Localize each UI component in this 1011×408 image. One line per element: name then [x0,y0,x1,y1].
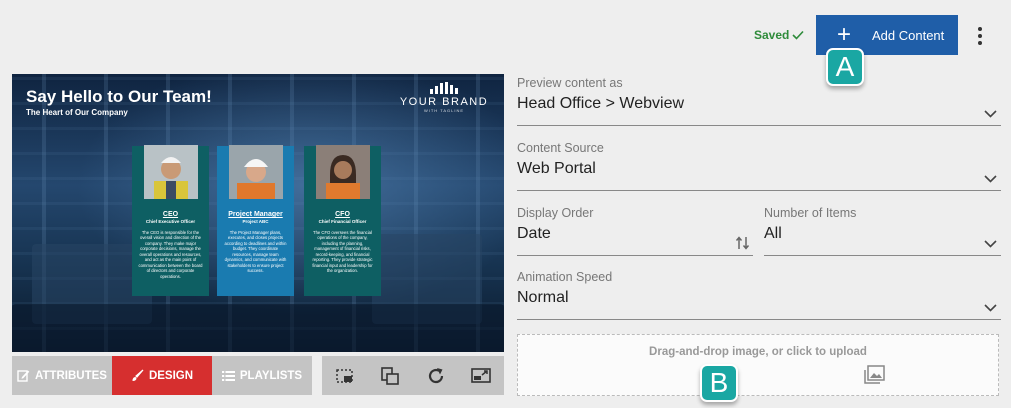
background-floor [12,304,504,352]
card-description: The Project Manager plans, executes, and… [224,230,287,274]
image-upload-dropzone[interactable]: Drag-and-drop image, or click to upload [517,334,999,396]
refresh-button[interactable] [424,364,448,388]
fullscreen-icon [471,367,492,383]
refresh-icon [428,367,443,383]
chevron-down-icon [984,304,997,312]
content-source-value: Web Portal [517,160,596,177]
brand-tagline: WITH TAGLINE [423,108,465,113]
card-description: The CEO is responsible for the overall v… [138,230,203,279]
content-source-select[interactable]: Content Source Web Portal [517,141,1001,191]
ceo-photo [143,145,198,199]
number-of-items-select[interactable]: Number of Items All [764,206,1001,256]
content-preview[interactable]: Say Hello to Our Team! The Heart of Our … [12,74,504,352]
card-name: CFO [335,211,350,218]
team-card-project-manager: Project Manager Project ABC The Project … [217,145,294,296]
layers-icon [381,366,400,385]
team-card-ceo: CEO Chief Executive Officer The CEO is r… [132,145,209,296]
tab-attributes-label: ATTRIBUTES [35,369,107,382]
layers-button[interactable] [378,364,402,388]
number-of-items-label: Number of Items [764,206,857,220]
tab-playlists-label: PLAYLISTS [239,369,303,382]
tab-design[interactable]: DESIGN [112,356,212,395]
display-order-select[interactable]: Display Order Date [517,206,753,256]
preview-as-select[interactable]: Preview content as Head Office > Webview [517,76,1001,126]
display-order-label: Display Order [517,206,594,220]
check-icon [792,30,804,40]
list-icon [221,370,235,381]
display-order-value: Date [517,225,551,242]
brush-icon [132,369,144,381]
animation-speed-value: Normal [517,289,569,306]
animation-speed-select[interactable]: Animation Speed Normal [517,270,1001,320]
edit-icon [17,370,30,382]
preview-as-value: Head Office > Webview [517,95,685,112]
content-source-label: Content Source [517,141,604,155]
dropzone-text: Drag-and-drop image, or click to upload [649,346,867,358]
brand-name: YOUR BRAND [399,96,489,108]
brand-bars-icon [398,82,490,94]
chevron-down-icon [984,110,997,118]
callout-b: B [700,364,738,402]
add-content-label: Add Content [872,27,945,43]
image-icon [864,365,885,384]
saved-label: Saved [754,28,790,42]
saved-status: Saved [754,28,804,42]
preview-title: Say Hello to Our Team! [26,87,212,106]
editor-tabs: ATTRIBUTES DESIGN PLAYLISTS [12,356,312,395]
preview-toolbar [322,356,504,395]
screenshot-icon [336,368,353,383]
card-name: Project Manager [228,211,283,218]
cfo-photo [315,145,370,199]
tab-attributes[interactable]: ATTRIBUTES [12,356,112,395]
fullscreen-button[interactable] [469,364,493,388]
team-card-cfo: CFO Chief Financial Officer The CFO over… [304,145,381,296]
preview-as-label: Preview content as [517,76,623,90]
animation-speed-label: Animation Speed [517,270,613,284]
chevron-down-icon [984,175,997,183]
card-name: CEO [162,211,179,218]
more-options-icon[interactable] [972,24,988,48]
sort-order-icon[interactable] [735,236,751,250]
project-manager-photo [228,145,283,199]
chevron-down-icon [984,240,997,248]
tab-playlists[interactable]: PLAYLISTS [212,356,312,395]
tab-design-label: DESIGN [148,369,194,382]
card-description: The CFO oversees the financial operation… [312,230,373,274]
preview-subtitle: The Heart of Our Company [26,108,128,117]
number-of-items-value: All [764,225,782,242]
crop-screenshot-button[interactable] [333,364,357,388]
brand-logo: YOUR BRAND WITH TAGLINE [398,82,490,113]
